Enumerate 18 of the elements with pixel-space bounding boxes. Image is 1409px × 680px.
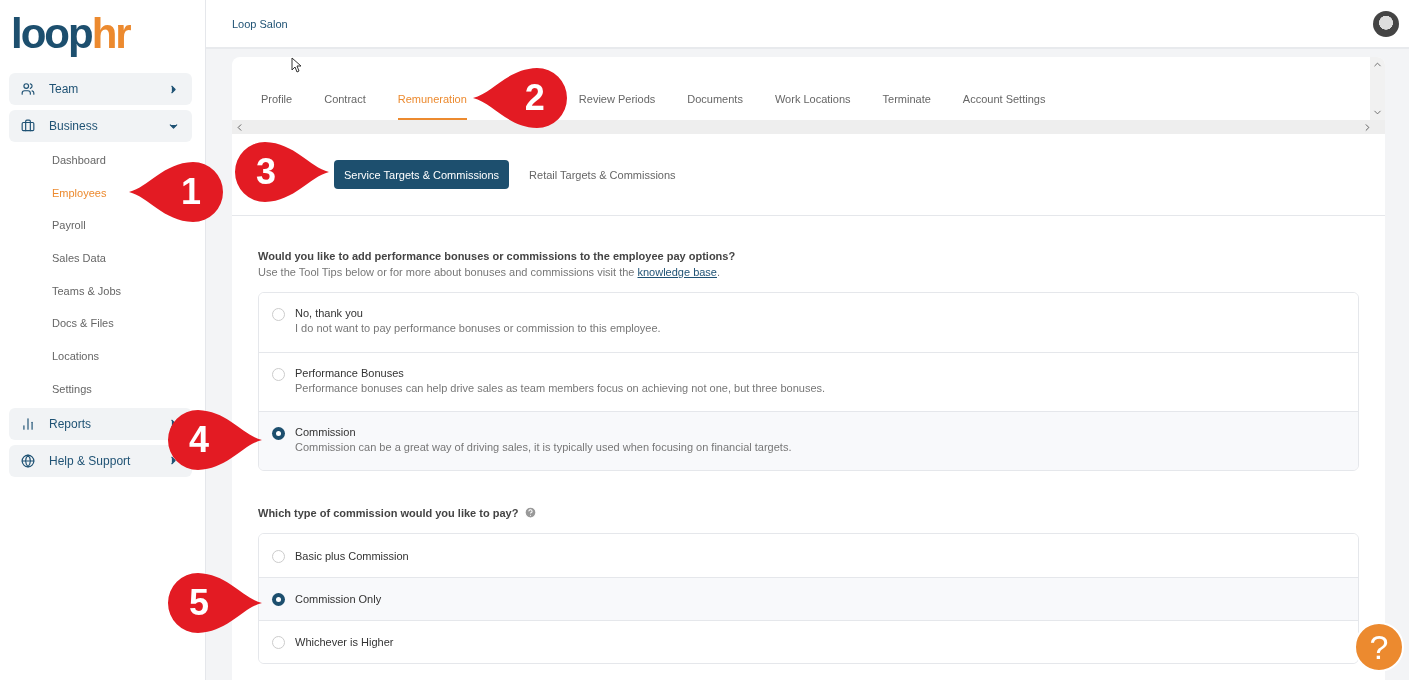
logo: loophr: [11, 12, 130, 58]
company-name: Loop Salon: [232, 17, 288, 30]
option-label: Basic plus Commission: [295, 549, 409, 562]
option-description: Performance bonuses can help drive sales as team members focus on achieving not one, but three bonuses.: [295, 382, 826, 394]
group-label: Help & Support: [49, 453, 132, 468]
option-description: Commission can be a great way of driving sales, it is typically used when focusing on financial targets.: [295, 441, 792, 453]
question-hint: Use the Tool Tips below or for more about bonuses and commissions visit the knowledge base.: [258, 266, 722, 278]
question-title: Would you like to add performance bonuses or commissions to the employee pay options?: [258, 250, 736, 262]
question-title: Which type of commission would you like to pay?: [258, 506, 519, 519]
option-description: I do not want to pay performance bonuses or commission to this employee.: [295, 322, 661, 334]
option-label: Commission Only: [295, 593, 382, 605]
option-label: Whichever is Higher: [295, 636, 394, 648]
option-label: Performance Bonuses: [295, 367, 405, 379]
option-label: No, thank you: [295, 307, 364, 319]
option-label: Commission: [295, 426, 357, 438]
group-label: Reports: [49, 416, 93, 431]
group-label: Team: [49, 82, 80, 96]
group-label: Business: [49, 119, 99, 133]
